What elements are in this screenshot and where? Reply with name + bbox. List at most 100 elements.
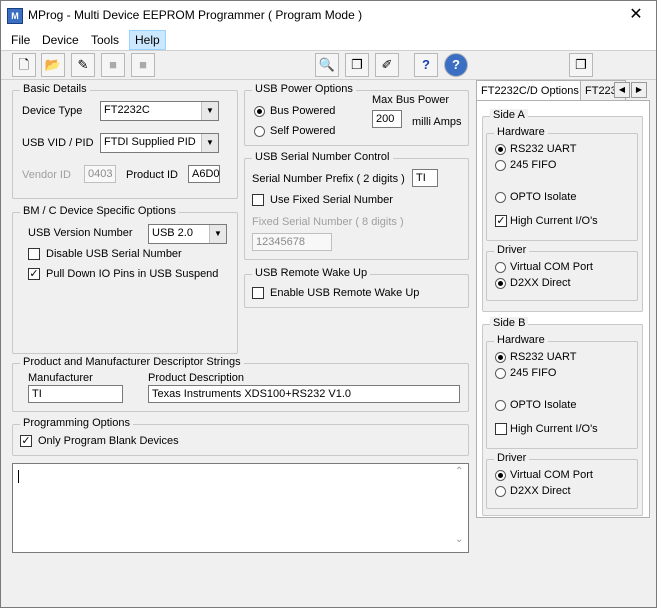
max-bus-field[interactable]: 200 — [372, 110, 402, 128]
side-a-rs232-radio[interactable] — [495, 144, 506, 155]
group-title: Driver — [494, 244, 530, 256]
new-window-icon[interactable]: ❐ — [569, 53, 593, 77]
side-b-high-current-checkbox[interactable] — [495, 423, 507, 435]
use-fixed-serial-checkbox[interactable] — [252, 194, 264, 206]
vidpid-value: FTDI Supplied PID — [104, 136, 196, 148]
group-title: Side A — [490, 109, 528, 121]
window-title: MProg - Multi Device EEPROM Programmer (… — [28, 8, 363, 22]
side-a-high-current-checkbox[interactable]: ✓ — [495, 215, 507, 227]
side-a-hardware-group: Hardware RS232 UART 245 FIFO OPTO Isolat… — [486, 126, 638, 241]
fixed-serial-field[interactable]: 12345678 — [252, 233, 332, 251]
group-title: Basic Details — [20, 83, 90, 95]
power-options-group: USB Power Options Bus Powered Self Power… — [244, 83, 469, 146]
self-powered-label: Self Powered — [270, 125, 336, 137]
side-b-opto-label: OPTO Isolate — [510, 399, 577, 411]
descriptor-strings-group: Product and Manufacturer Descriptor Stri… — [12, 356, 469, 412]
title-bar: M MProg - Multi Device EEPROM Programmer… — [1, 1, 656, 30]
group-title: USB Serial Number Control — [252, 151, 393, 163]
side-a-fifo-radio[interactable] — [495, 160, 506, 171]
info-icon[interactable]: ? — [444, 53, 468, 77]
vendor-id-label: Vendor ID — [22, 169, 71, 181]
side-b-fifo-radio[interactable] — [495, 368, 506, 379]
disable-serial-checkbox[interactable] — [28, 248, 40, 260]
new-window-icon[interactable]: ❐ — [345, 53, 369, 77]
tab-ft2232cd-options[interactable]: FT2232C/D Options — [476, 80, 586, 101]
side-b-d2xx-label: D2XX Direct — [510, 485, 571, 497]
main-window: M MProg - Multi Device EEPROM Programmer… — [0, 0, 657, 608]
wand-icon[interactable]: ✐ — [375, 53, 399, 77]
only-blank-checkbox[interactable]: ✓ — [20, 435, 32, 447]
max-bus-label: Max Bus Power — [372, 94, 450, 106]
menu-tools[interactable]: Tools — [86, 30, 124, 50]
basic-details-group: Basic Details Device Type FT2232C ▼ USB … — [12, 83, 238, 199]
side-b-d2xx-radio[interactable] — [495, 486, 506, 497]
group-title: Product and Manufacturer Descriptor Stri… — [20, 356, 244, 368]
serial-control-group: USB Serial Number Control Serial Number … — [244, 151, 469, 260]
disabled-icon[interactable]: ■ — [101, 53, 125, 77]
pull-down-checkbox[interactable]: ✓ — [28, 268, 40, 280]
bus-powered-label: Bus Powered — [270, 105, 336, 117]
tab-scroll-right-icon[interactable]: ▶ — [631, 82, 647, 98]
side-a-vcp-radio[interactable] — [495, 262, 506, 273]
edit-icon[interactable]: ✎ — [71, 53, 95, 77]
product-id-field[interactable]: A6D0 — [188, 165, 220, 183]
search-icon[interactable]: 🔍 — [315, 53, 339, 77]
bus-powered-radio[interactable] — [254, 106, 265, 117]
remote-wake-group: USB Remote Wake Up Enable USB Remote Wak… — [244, 267, 469, 308]
side-a-opto-radio[interactable] — [495, 192, 506, 203]
side-a-d2xx-radio[interactable] — [495, 278, 506, 289]
vendor-id-field[interactable]: 0403 — [84, 165, 116, 183]
side-b-rs232-radio[interactable] — [495, 352, 506, 363]
disabled-icon[interactable]: ■ — [131, 53, 155, 77]
side-b-hardware-group: Hardware RS232 UART 245 FIFO OPTO Isolat… — [486, 334, 638, 449]
menu-help[interactable]: Help — [129, 30, 166, 50]
remote-wake-checkbox[interactable] — [252, 287, 264, 299]
side-a-group: Side A Hardware RS232 UART 245 FIFO OPTO… — [482, 109, 643, 312]
side-a-d2xx-label: D2XX Direct — [510, 277, 571, 289]
open-folder-icon[interactable]: 📂 — [41, 53, 65, 77]
bmc-options-group: BM / C Device Specific Options USB Versi… — [12, 205, 238, 354]
side-b-fifo-label: 245 FIFO — [510, 367, 557, 379]
group-title: Side B — [490, 317, 529, 329]
usb-version-select[interactable]: USB 2.0 ▼ — [148, 224, 227, 244]
product-description-label: Product Description — [148, 372, 244, 384]
log-scrollbar[interactable]: ⌃ ⌄ — [453, 464, 468, 552]
usb-version-value: USB 2.0 — [152, 227, 193, 239]
milli-amps-label: milli Amps — [412, 116, 462, 128]
menu-device[interactable]: Device — [37, 30, 84, 50]
new-file-icon[interactable]: 🗋 — [12, 53, 36, 77]
tab-scroll-left-icon[interactable]: ◀ — [614, 82, 630, 98]
group-title: Programming Options — [20, 417, 133, 429]
side-a-fifo-label: 245 FIFO — [510, 159, 557, 171]
side-a-high-current-label: High Current I/O's — [510, 215, 598, 227]
side-b-vcp-radio[interactable] — [495, 470, 506, 481]
close-icon[interactable]: ✕ — [621, 4, 651, 26]
device-type-value: FT2232C — [104, 104, 150, 116]
chevron-down-icon: ▼ — [201, 102, 218, 120]
programming-options-group: Programming Options ✓ Only Program Blank… — [12, 417, 469, 456]
self-powered-radio[interactable] — [254, 126, 265, 137]
log-textarea[interactable]: ⌃ ⌄ — [12, 463, 469, 553]
device-type-select[interactable]: FT2232C ▼ — [100, 101, 219, 121]
product-id-label: Product ID — [126, 169, 178, 181]
side-b-group: Side B Hardware RS232 UART 245 FIFO OPTO… — [482, 317, 643, 516]
serial-prefix-field[interactable]: TI — [412, 169, 438, 187]
side-b-vcp-label: Virtual COM Port — [510, 469, 593, 481]
scroll-up-icon[interactable]: ⌃ — [455, 466, 463, 477]
side-a-vcp-label: Virtual COM Port — [510, 261, 593, 273]
scroll-down-icon[interactable]: ⌄ — [455, 534, 463, 545]
side-a-driver-group: Driver Virtual COM Port D2XX Direct — [486, 244, 638, 301]
chevron-down-icon: ▼ — [209, 225, 226, 243]
side-b-opto-radio[interactable] — [495, 400, 506, 411]
product-description-field[interactable]: Texas Instruments XDS100+RS232 V1.0 — [148, 385, 460, 403]
disable-serial-label: Disable USB Serial Number — [46, 248, 182, 260]
help-icon[interactable]: ? — [414, 53, 438, 77]
vidpid-select[interactable]: FTDI Supplied PID ▼ — [100, 133, 219, 153]
menu-file[interactable]: File — [6, 30, 35, 50]
manufacturer-field[interactable]: TI — [28, 385, 123, 403]
group-title: BM / C Device Specific Options — [20, 205, 179, 217]
group-title: USB Power Options — [252, 83, 356, 95]
group-title: Driver — [494, 452, 530, 464]
vidpid-label: USB VID / PID — [22, 137, 94, 149]
side-b-driver-group: Driver Virtual COM Port D2XX Direct — [486, 452, 638, 509]
